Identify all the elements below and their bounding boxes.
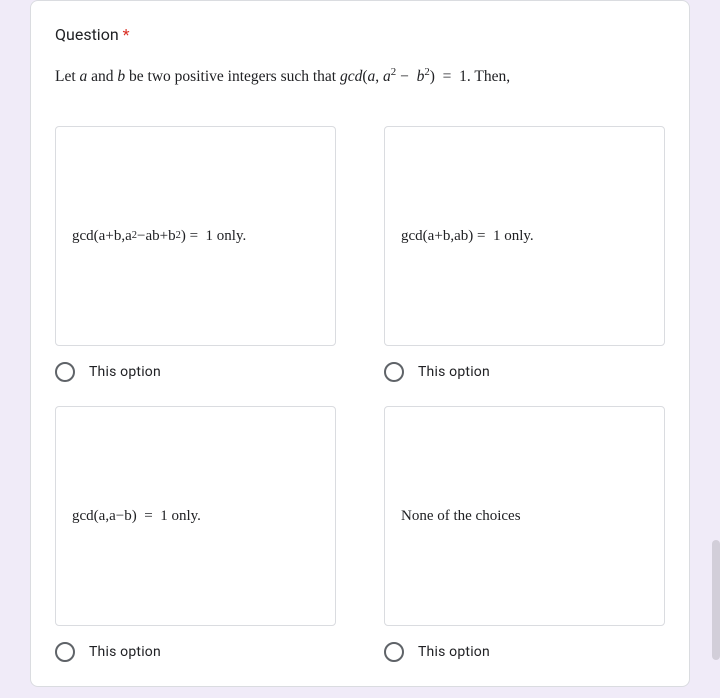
option-cell: None of the choices This option: [384, 406, 665, 662]
question-title: Question *: [55, 25, 665, 44]
question-title-text: Question: [55, 25, 119, 44]
option-content: gcd(a, a − b) = 1 only.: [55, 406, 336, 626]
option-label: This option: [418, 644, 490, 660]
question-prompt: Let a and b be two positive integers suc…: [55, 68, 665, 86]
option-content: gcd(a + b, a2 − ab + b2) = 1 only.: [55, 126, 336, 346]
option-label: This option: [89, 364, 161, 380]
option-label: This option: [418, 364, 490, 380]
option-cell: gcd(a + b, a2 − ab + b2) = 1 only. This …: [55, 126, 336, 382]
radio-icon: [55, 362, 75, 382]
scrollbar[interactable]: [712, 540, 720, 660]
required-asterisk: *: [123, 25, 130, 44]
options-grid: gcd(a + b, a2 − ab + b2) = 1 only. This …: [55, 102, 665, 662]
option-label: This option: [89, 644, 161, 660]
radio-icon: [384, 642, 404, 662]
radio-icon: [55, 642, 75, 662]
option-cell: gcd(a, a − b) = 1 only. This option: [55, 406, 336, 662]
option-content: gcd(a + b, ab) = 1 only.: [384, 126, 665, 346]
radio-option[interactable]: This option: [384, 642, 665, 662]
radio-option[interactable]: This option: [55, 642, 336, 662]
radio-option[interactable]: This option: [55, 362, 336, 382]
radio-icon: [384, 362, 404, 382]
question-card: Question * Let a and b be two positive i…: [30, 0, 690, 687]
radio-option[interactable]: This option: [384, 362, 665, 382]
option-content: None of the choices: [384, 406, 665, 626]
option-cell: gcd(a + b, ab) = 1 only. This option: [384, 126, 665, 382]
